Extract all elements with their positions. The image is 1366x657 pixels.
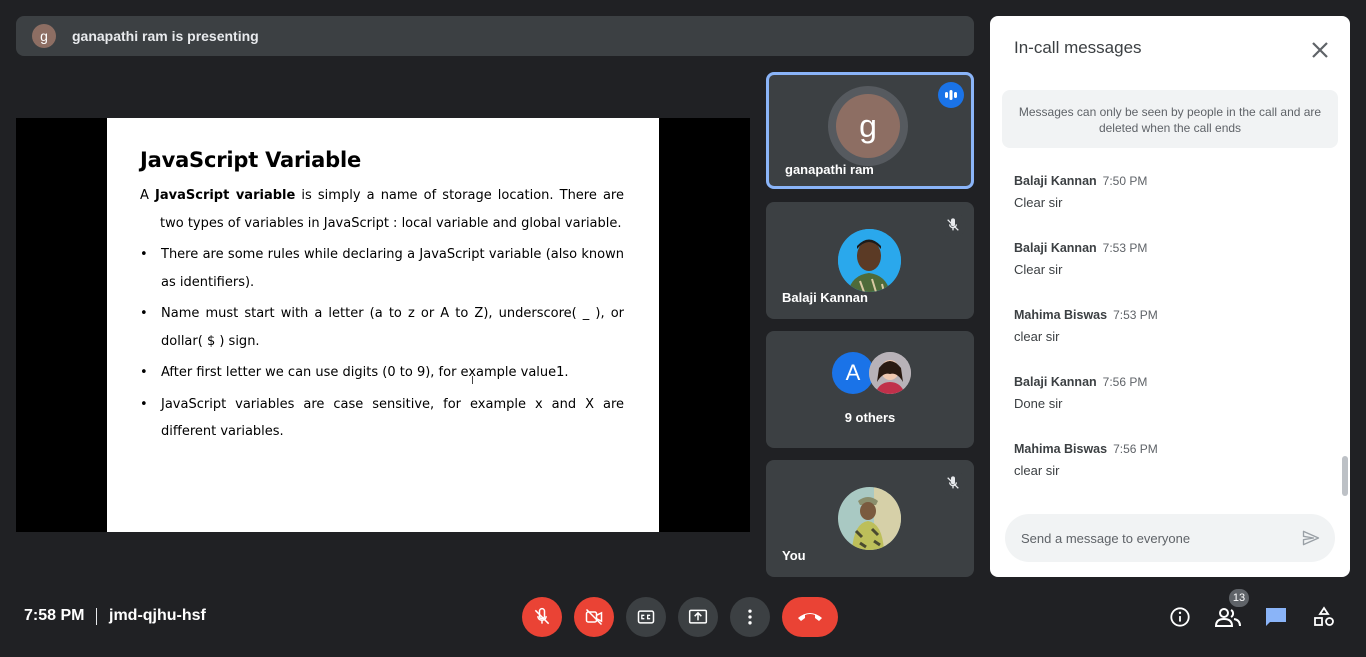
- slide-bullet: There are some rules while declaring a J…: [140, 241, 624, 296]
- message-text: Clear sir: [1014, 195, 1063, 210]
- chat-message: Balaji Kannan 7:50 PM Clear sir: [1014, 172, 1147, 210]
- chat-message: Balaji Kannan 7:56 PM Done sir: [1014, 373, 1147, 411]
- message-composer: [1005, 514, 1335, 562]
- message-text: Clear sir: [1014, 262, 1063, 277]
- divider: [96, 608, 97, 625]
- self-photo: [838, 487, 901, 550]
- others-photo: [869, 352, 911, 394]
- others-avatar: A: [832, 352, 874, 394]
- close-icon[interactable]: [1308, 38, 1332, 62]
- message-time: 7:53 PM: [1113, 308, 1158, 322]
- participant-name: ganapathi ram: [785, 162, 874, 177]
- present-screen-icon: [688, 609, 708, 624]
- in-call-messages-panel: In-call messages Messages can only be se…: [990, 16, 1350, 577]
- more-vert-icon: [748, 609, 752, 625]
- message-sender: Mahima Biswas: [1014, 442, 1108, 456]
- chat-message: Mahima Biswas 7:53 PM clear sir: [1014, 306, 1158, 344]
- participant-tile-balaji[interactable]: Balaji Kannan: [766, 202, 974, 319]
- camera-toggle-button[interactable]: [574, 597, 614, 637]
- participant-tile-presenter[interactable]: g ganapathi ram: [766, 72, 974, 189]
- send-icon[interactable]: [1301, 528, 1321, 548]
- message-time: 7:56 PM: [1102, 375, 1148, 389]
- participant-avatar: g: [836, 94, 900, 158]
- info-icon: [1170, 607, 1190, 627]
- slide-bullet: Name must start with a letter (a to z or…: [140, 300, 624, 355]
- meeting-code: jmd-qjhu-hsf: [109, 607, 206, 624]
- meeting-details-button[interactable]: [1164, 601, 1196, 633]
- message-time: 7:50 PM: [1102, 174, 1148, 188]
- slide-intro: A JavaScript variable is simply a name o…: [140, 182, 624, 237]
- chat-notice: Messages can only be seen by people in t…: [1002, 90, 1338, 148]
- presenting-text: ganapathi ram is presenting: [72, 28, 259, 44]
- mic-off-icon: [940, 212, 966, 238]
- microphone-toggle-button[interactable]: [522, 597, 562, 637]
- participant-tile-others[interactable]: A 9 others: [766, 331, 974, 448]
- slide-intro-a: A: [140, 188, 156, 203]
- presenting-banner: g ganapathi ram is presenting: [16, 16, 974, 56]
- end-call-icon: [798, 613, 822, 621]
- leave-call-button[interactable]: [782, 597, 838, 637]
- speaking-indicator-icon: [938, 82, 964, 108]
- presentation-slide: JavaScript Variable A JavaScript variabl…: [107, 118, 659, 532]
- slide-bullets: There are some rules while declaring a J…: [140, 241, 624, 446]
- participant-name: Balaji Kannan: [782, 290, 868, 305]
- mic-off-icon: [940, 470, 966, 496]
- message-sender: Mahima Biswas: [1014, 308, 1108, 322]
- mic-off-icon: [534, 607, 550, 625]
- participant-tile-you[interactable]: You: [766, 460, 974, 577]
- chat-with-everyone-button[interactable]: [1260, 601, 1292, 633]
- shared-screen: JavaScript Variable A JavaScript variabl…: [16, 118, 750, 532]
- message-time: 7:56 PM: [1113, 442, 1158, 456]
- message-sender: Balaji Kannan: [1014, 375, 1097, 389]
- presenter-avatar: g: [32, 24, 56, 48]
- slide-bullet: JavaScript variables are case sensitive,…: [140, 391, 624, 446]
- people-icon: [1215, 608, 1241, 627]
- closed-captions-icon: [637, 610, 655, 624]
- meeting-time: 7:58 PM: [24, 607, 85, 624]
- present-now-button[interactable]: [678, 597, 718, 637]
- message-sender: Balaji Kannan: [1014, 174, 1097, 188]
- activities-button[interactable]: [1308, 601, 1340, 633]
- slide-title: JavaScript Variable: [140, 148, 362, 172]
- more-options-button[interactable]: [730, 597, 770, 637]
- message-text: Done sir: [1014, 396, 1063, 411]
- chat-message: Balaji Kannan 7:53 PM Clear sir: [1014, 239, 1147, 277]
- participant-name: You: [782, 548, 806, 563]
- message-text: clear sir: [1014, 463, 1060, 478]
- participant-photo: [838, 229, 901, 292]
- panel-title: In-call messages: [1014, 38, 1142, 57]
- slide-intro-bold: JavaScript variable: [155, 188, 296, 203]
- text-cursor: [472, 376, 477, 384]
- chat-message: Mahima Biswas 7:56 PM clear sir: [1014, 440, 1158, 478]
- others-label: 9 others: [844, 410, 896, 425]
- participants-count-badge: 13: [1229, 589, 1249, 607]
- camera-off-icon: [585, 608, 603, 626]
- captions-button[interactable]: [626, 597, 666, 637]
- slide-bullet: After first letter we can use digits (0 …: [140, 359, 624, 387]
- activities-icon: [1314, 606, 1334, 626]
- message-text: clear sir: [1014, 329, 1060, 344]
- message-input[interactable]: [1021, 514, 1281, 562]
- chat-scrollbar[interactable]: [1342, 456, 1348, 496]
- chat-icon: [1266, 608, 1286, 626]
- message-sender: Balaji Kannan: [1014, 241, 1097, 255]
- message-time: 7:53 PM: [1102, 241, 1148, 255]
